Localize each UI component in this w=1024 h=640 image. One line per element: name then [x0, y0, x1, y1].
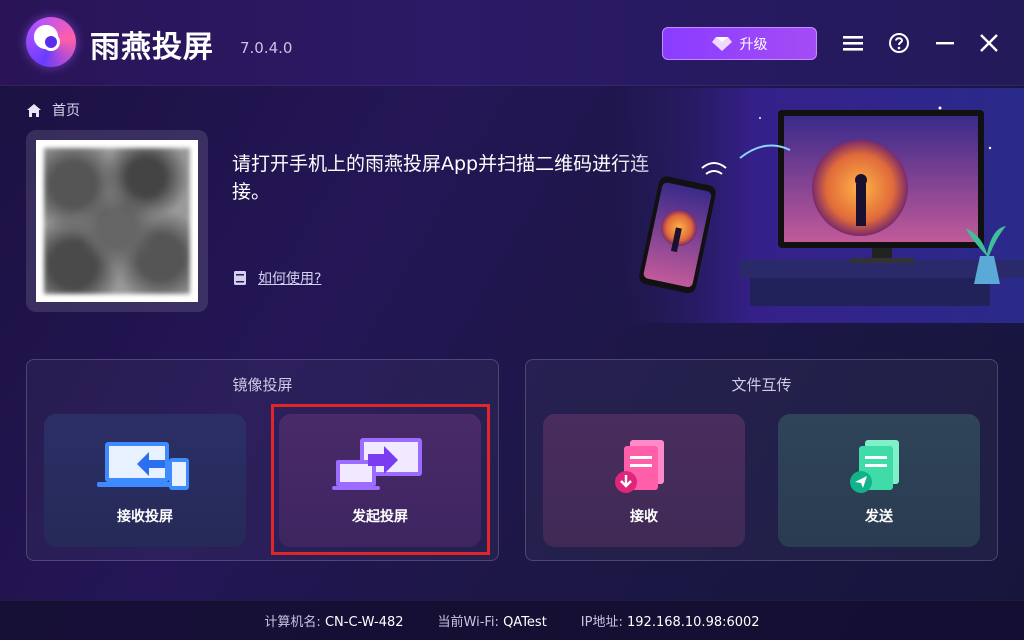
- mirror-section-title: 镜像投屏: [232, 376, 293, 394]
- help-icon[interactable]: [888, 32, 910, 54]
- ip-value: 192.168.10.98:6002: [627, 615, 760, 630]
- hero-illustration: [610, 88, 1024, 323]
- file-send-button[interactable]: 发送: [778, 414, 980, 547]
- file-send-icon: [850, 440, 899, 493]
- status-footer: 计算机名: CN-C-W-482 当前Wi-Fi: QATest IP地址: 1…: [0, 600, 1024, 640]
- minimize-icon[interactable]: [934, 32, 956, 54]
- connect-instruction: 请打开手机上的雨燕投屏App并扫描二维码进行连接。: [232, 153, 650, 203]
- file-section-title: 文件互传: [731, 376, 792, 394]
- wifi-label: 当前Wi-Fi:: [437, 615, 499, 630]
- current-wifi: 当前Wi-Fi: QATest: [438, 611, 547, 630]
- ip-address: IP地址: 192.168.10.98:6002: [581, 611, 760, 630]
- diamond-icon: [711, 36, 732, 51]
- app-title: 雨燕投屏: [90, 30, 214, 65]
- computer-name-value: CN-C-W-482: [324, 615, 404, 630]
- computer-name-label: 计算机名:: [264, 615, 321, 630]
- howto-link[interactable]: 如何使用?: [232, 268, 321, 288]
- receive-mirror-button[interactable]: 接收投屏: [44, 414, 246, 547]
- send-mirror-button[interactable]: 发起投屏: [279, 414, 481, 547]
- file-section: 文件互传 接收 发送: [525, 359, 998, 561]
- book-icon: [234, 271, 246, 285]
- app-logo-icon: [26, 17, 76, 67]
- mirror-section: 镜像投屏 接收投屏 发起投屏: [26, 359, 499, 561]
- wifi-value: QATest: [503, 615, 547, 630]
- breadcrumb: 首页: [26, 100, 80, 120]
- send-mirror-label: 发起投屏: [352, 509, 408, 525]
- app-version: 7.0.4.0: [240, 39, 293, 57]
- menu-icon[interactable]: [842, 32, 864, 54]
- qr-code: [36, 140, 198, 302]
- home-icon[interactable]: [26, 103, 42, 118]
- howto-label[interactable]: 如何使用?: [258, 268, 321, 288]
- receive-screen-icon: [97, 442, 189, 490]
- qr-code-card: [26, 130, 208, 312]
- computer-name: 计算机名: CN-C-W-482: [264, 611, 403, 630]
- breadcrumb-home[interactable]: 首页: [52, 100, 80, 120]
- upgrade-label: 升级: [739, 36, 768, 53]
- file-receive-button[interactable]: 接收: [543, 414, 745, 547]
- upgrade-button[interactable]: 升级: [662, 27, 817, 60]
- close-icon[interactable]: [978, 32, 1000, 54]
- ip-label: IP地址:: [580, 615, 623, 630]
- receive-mirror-label: 接收投屏: [117, 509, 173, 525]
- title-bar: 雨燕投屏 7.0.4.0 升级: [0, 0, 1024, 86]
- send-screen-icon: [332, 438, 422, 490]
- file-send-label: 发送: [865, 509, 893, 525]
- file-receive-label: 接收: [630, 509, 658, 525]
- file-download-icon: [615, 440, 664, 493]
